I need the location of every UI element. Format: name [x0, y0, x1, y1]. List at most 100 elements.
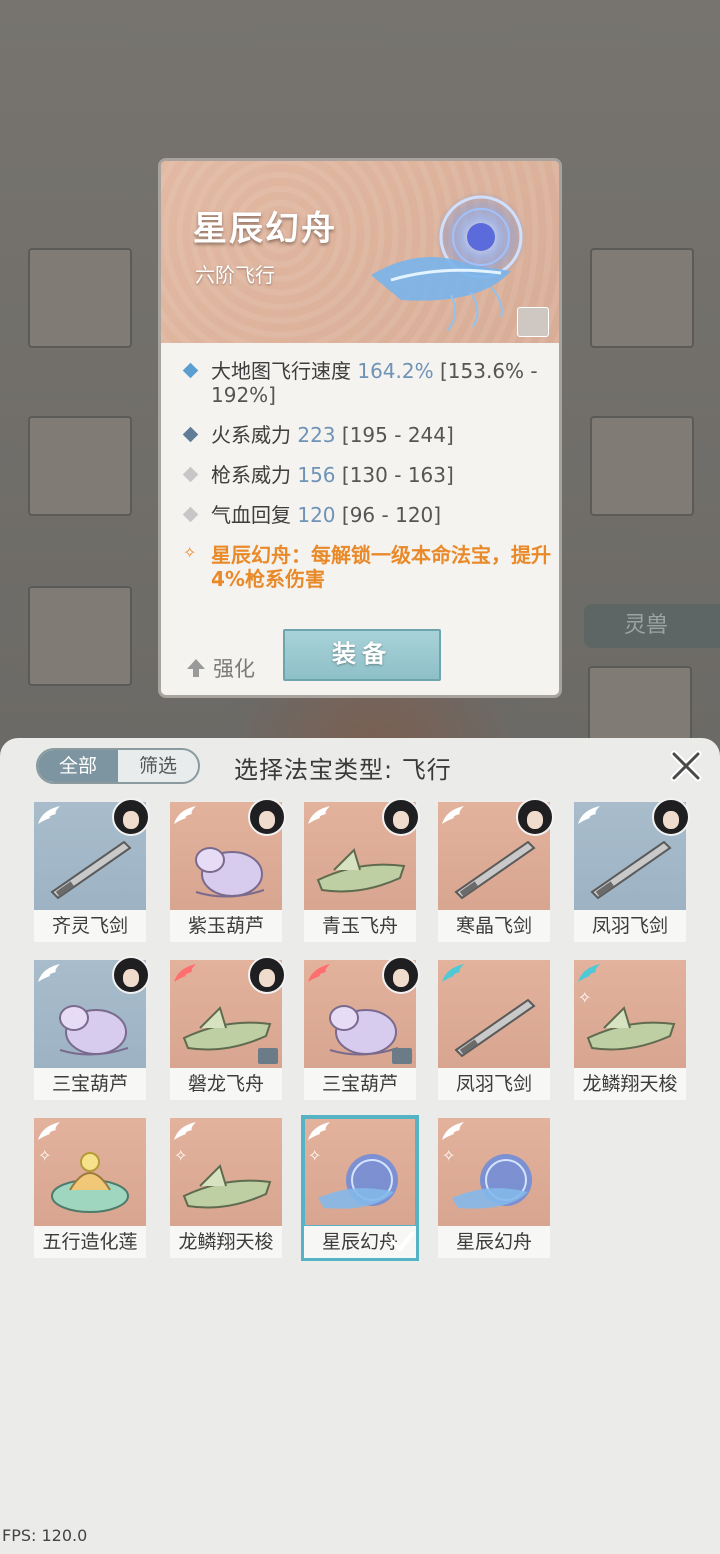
attribute-range: [195 - 244] — [341, 423, 454, 447]
item-thumbnail — [438, 960, 550, 1068]
treasure-item[interactable]: ✧ 龙鳞翔天梭 — [574, 960, 686, 1100]
owner-avatar — [112, 798, 150, 836]
attribute-row: 气血回复 120 [96 - 120] — [181, 503, 551, 527]
treasure-item[interactable]: 磐龙飞舟 — [170, 956, 286, 1100]
lock-icon — [392, 1048, 412, 1064]
wing-icon — [578, 964, 600, 982]
wing-icon — [442, 964, 464, 982]
attribute-name: 枪系威力 — [211, 463, 291, 487]
item-art — [59, 1005, 129, 1056]
owner-avatar — [652, 798, 690, 836]
diamond-icon — [182, 506, 199, 523]
attribute-name: 火系威力 — [211, 423, 291, 447]
equip-slot-weapon — [28, 248, 132, 348]
item-art — [51, 1152, 129, 1213]
item-art — [454, 840, 536, 900]
treasure-item[interactable]: ✧ 星辰幻舟 — [301, 1115, 419, 1261]
wing-icon — [38, 1122, 60, 1140]
diamond-icon — [182, 426, 199, 443]
item-label: 磐龙飞舟 — [170, 1068, 282, 1100]
owner-avatar — [382, 956, 420, 994]
attribute-range: [96 - 120] — [341, 503, 442, 527]
equip-slot-bag — [590, 248, 694, 348]
item-art — [50, 840, 132, 900]
wing-icon — [38, 964, 60, 982]
check-icon — [391, 1232, 414, 1252]
sheet-title: 选择法宝类型: 飞行 — [234, 756, 452, 784]
wing-icon — [308, 1122, 330, 1140]
treasure-item[interactable]: 凤羽飞剑 — [438, 960, 550, 1100]
treasure-item[interactable]: 寒晶飞剑 — [438, 798, 554, 942]
close-icon[interactable] — [668, 748, 704, 784]
special-effect-row: ✧ 星辰幻舟：每解锁一级本命法宝，提升4%枪系伤害 — [181, 543, 551, 591]
item-art — [318, 1154, 398, 1209]
item-art — [452, 1154, 532, 1209]
item-label: 凤羽飞剑 — [438, 1068, 550, 1100]
item-label: 寒晶飞剑 — [438, 910, 550, 942]
item-subtitle: 六阶飞行 — [195, 263, 275, 287]
item-art — [195, 847, 265, 898]
wing-icon — [174, 806, 196, 824]
treasure-item[interactable]: 三宝葫芦 — [34, 956, 150, 1100]
treasure-item[interactable]: 三宝葫芦 — [304, 956, 420, 1100]
item-label: 龙鳞翔天梭 — [574, 1068, 686, 1100]
item-thumbnail: ✧ — [301, 1115, 419, 1229]
upgrade-label: 强化 — [213, 657, 255, 681]
attribute-value: 120 — [297, 503, 336, 527]
filter-segment: 全部 筛选 — [36, 748, 200, 784]
treasure-item[interactable]: ✧ 五行造化莲 — [34, 1118, 146, 1258]
treasure-item[interactable]: 齐灵飞剑 — [34, 798, 150, 942]
wing-icon — [308, 806, 330, 824]
item-label: 三宝葫芦 — [304, 1068, 416, 1100]
rune-icon: ✧ — [183, 543, 197, 562]
equip-slot-pouch — [590, 416, 694, 516]
rune-icon: ✧ — [38, 1146, 52, 1165]
treasure-item[interactable]: 凤羽飞剑 — [574, 798, 690, 942]
item-label: 凤羽飞剑 — [574, 910, 686, 942]
owner-avatar — [248, 798, 286, 836]
segment-all[interactable]: 全部 — [38, 750, 118, 782]
diamond-icon — [182, 466, 199, 483]
card-header: 星辰幻舟 六阶飞行 — [161, 161, 559, 343]
spirit-beast-tab[interactable]: 灵兽 — [584, 604, 720, 648]
item-label: 星辰幻舟 — [438, 1226, 550, 1258]
arrow-up-icon — [187, 659, 205, 677]
equip-button[interactable]: 装备 — [283, 629, 441, 681]
item-art — [182, 1164, 272, 1209]
item-thumbnail: ✧ — [170, 1118, 282, 1226]
item-thumbnail: ✧ — [438, 1118, 550, 1226]
item-thumbnail: ✧ — [34, 1118, 146, 1226]
lock-icon — [517, 307, 549, 337]
equip-slot-boots — [28, 586, 132, 686]
wing-icon — [442, 1122, 464, 1140]
item-detail-card: 星辰幻舟 六阶飞行 大地图飞行速度 164.2% [153.6% - 192%]… — [158, 158, 562, 698]
equip-slot-hat — [28, 416, 132, 516]
rune-icon: ✧ — [442, 1146, 456, 1165]
lock-icon — [258, 1048, 278, 1064]
special-effect-text: 星辰幻舟：每解锁一级本命法宝，提升4%枪系伤害 — [211, 543, 551, 591]
item-label: 龙鳞翔天梭 — [170, 1226, 282, 1258]
item-label: 三宝葫芦 — [34, 1068, 146, 1100]
item-art — [590, 840, 672, 900]
diamond-icon — [182, 362, 199, 379]
treasure-item[interactable]: 紫玉葫芦 — [170, 798, 286, 942]
attribute-value: 223 — [297, 423, 336, 447]
treasure-item[interactable]: 青玉飞舟 — [304, 798, 420, 942]
rune-icon: ✧ — [308, 1146, 322, 1165]
segment-filter[interactable]: 筛选 — [118, 750, 198, 782]
item-label: 紫玉葫芦 — [170, 910, 282, 942]
owner-avatar — [516, 798, 554, 836]
wing-icon — [578, 806, 600, 824]
owner-avatar — [112, 956, 150, 994]
fps-counter: FPS: 120.0 — [2, 1526, 88, 1545]
attribute-range: [130 - 163] — [341, 463, 454, 487]
item-thumbnail: ✧ — [574, 960, 686, 1068]
owner-avatar — [382, 798, 420, 836]
treasure-item[interactable]: ✧ 星辰幻舟 — [438, 1118, 550, 1258]
wing-icon — [442, 806, 464, 824]
upgrade-button[interactable]: 强化 — [185, 653, 255, 683]
wing-icon — [174, 1122, 196, 1140]
attribute-name: 大地图飞行速度 — [211, 359, 351, 383]
item-art — [454, 998, 536, 1058]
treasure-item[interactable]: ✧ 龙鳞翔天梭 — [170, 1118, 282, 1258]
